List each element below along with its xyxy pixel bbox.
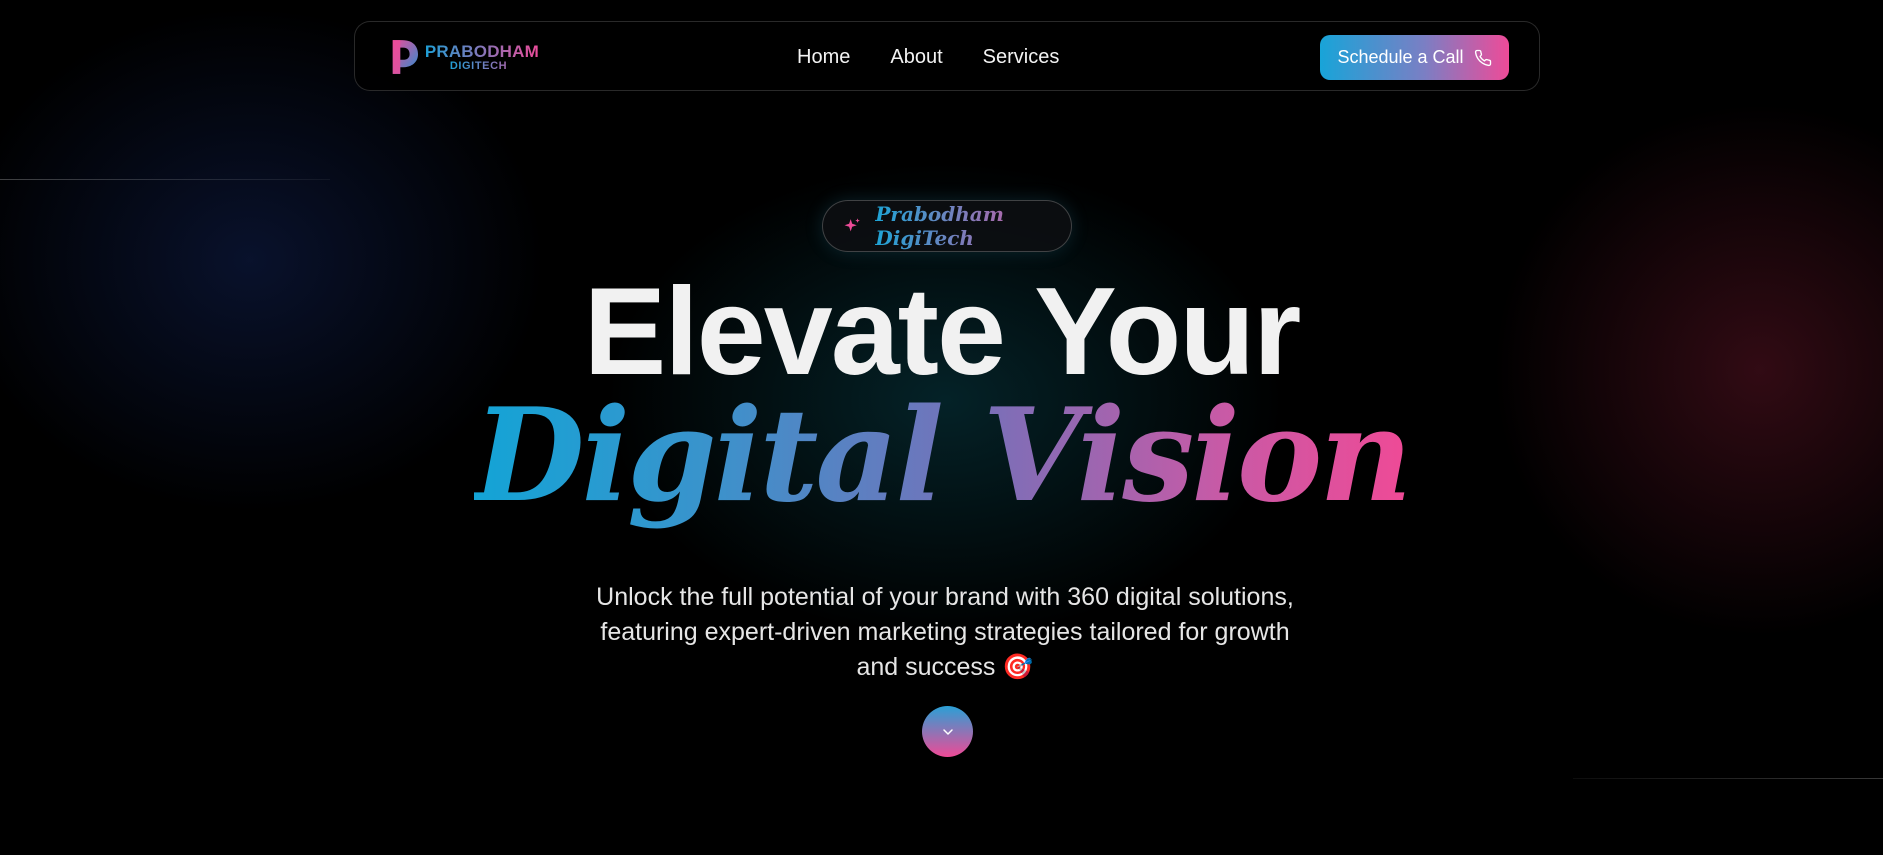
hero-subtitle: Unlock the full potential of your brand … [596,583,1294,681]
nav-link-services[interactable]: Services [983,46,1060,69]
schedule-call-button[interactable]: Schedule a Call [1320,35,1509,80]
top-navigation: PRABODHAM DIGITECH Home About Services S… [354,21,1540,91]
landing-page: PRABODHAM DIGITECH Home About Services S… [0,0,1883,855]
logo-name-line1: PRABODHAM [424,41,539,61]
logo-mark-icon [392,40,419,74]
decorative-line-left [0,179,330,180]
brand-logo[interactable]: PRABODHAM DIGITECH [389,37,539,77]
chevron-down-icon [942,728,953,735]
nav-link-home[interactable]: Home [797,46,850,69]
decorative-line-right [1573,778,1883,779]
logo-text: PRABODHAM DIGITECH [425,43,539,72]
sparkle-icon [844,218,860,232]
nav-links: Home About Services [797,46,1059,69]
hero-headline-line2: Digital Vision [0,376,1883,536]
phone-icon [1474,49,1491,66]
hero-badge: Prabodham DigiTech [822,200,1072,252]
schedule-call-label: Schedule a Call [1337,47,1464,67]
hero-badge-text: Prabodham DigiTech [875,202,1071,250]
logo-name-line2: DIGITECH [450,60,539,72]
hero-headline-gradient-text: Digital Vision [473,381,1413,531]
scroll-down-button[interactable] [922,706,973,757]
nav-link-about[interactable]: About [890,46,942,69]
